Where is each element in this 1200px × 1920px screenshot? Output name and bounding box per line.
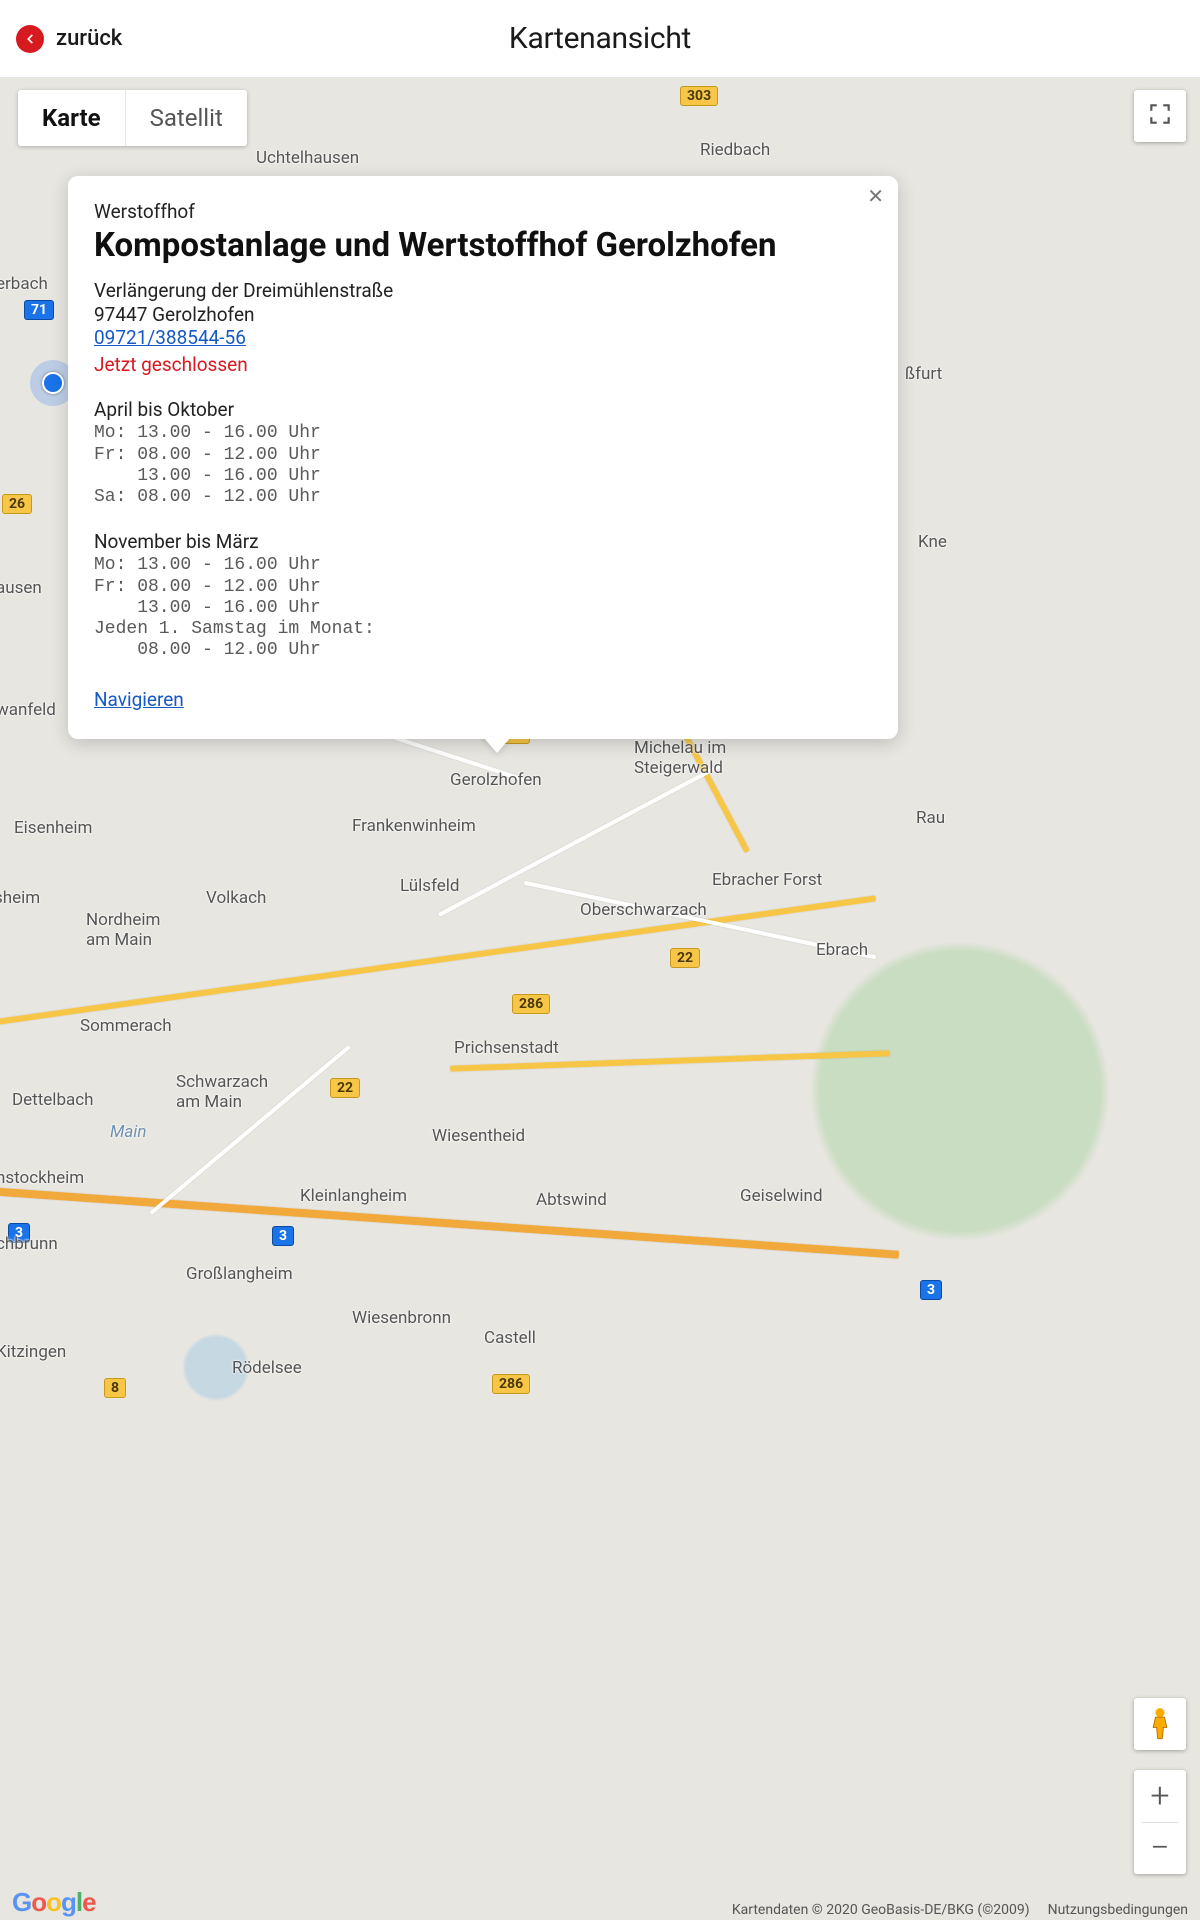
map-type-karte[interactable]: Karte: [18, 90, 125, 146]
info-status: Jetzt geschlossen: [94, 353, 872, 376]
page-title: Kartenansicht: [509, 21, 691, 56]
road-shield-b22-schwarzach: 22: [330, 1078, 360, 1098]
map-credits: Google Kartendaten © 2020 GeoBasis-DE/BK…: [0, 1887, 1200, 1918]
street-view-button[interactable]: [1134, 1698, 1186, 1750]
season2-title: November bis März: [94, 530, 872, 553]
info-window-tail: [483, 737, 511, 753]
zoom-control: + −: [1134, 1770, 1186, 1874]
pegman-icon: [1145, 1707, 1175, 1741]
info-address-line2: 97447 Gerolzhofen: [94, 303, 872, 327]
season1-title: April bis Oktober: [94, 398, 872, 421]
info-category: Werstoffhof: [94, 200, 872, 223]
highway-shield-a3-west: 3: [8, 1223, 30, 1243]
zoom-out-button[interactable]: −: [1134, 1823, 1186, 1875]
navigate-link[interactable]: Navigieren: [94, 688, 184, 711]
map-terms-link[interactable]: Nutzungsbedingungen: [1048, 1902, 1188, 1918]
highway-shield-a3-east: 3: [920, 1280, 942, 1300]
road-shield-b26: 26: [2, 494, 32, 514]
season2-hours: Mo: 13.00 - 16.00 Uhr Fr: 08.00 - 12.00 …: [94, 555, 872, 661]
info-title: Kompostanlage und Wertstoffhof Gerolzhof…: [94, 227, 872, 265]
highway-shield-a71: 71: [24, 300, 54, 320]
road-shield-b22-ober: 22: [670, 948, 700, 968]
road-shield-b286-mid: 286: [512, 994, 550, 1014]
road-shield-b303: 303: [680, 86, 718, 106]
info-address-line1: Verlängerung der Dreimühlenstraße: [94, 279, 872, 303]
app-header: zurück Kartenansicht: [0, 0, 1200, 78]
road-shield-b8: 8: [104, 1378, 126, 1398]
road-shield-b286-bot: 286: [492, 1374, 530, 1394]
fullscreen-button[interactable]: [1134, 90, 1186, 142]
map-type-toggle: Karte Satellit: [18, 90, 247, 146]
close-icon[interactable]: ✕: [867, 186, 884, 206]
map-canvas[interactable]: 71 3 3 3 303 286 286 286 286 26 22 22 8 …: [0, 78, 1200, 1920]
google-logo: Google: [12, 1887, 96, 1918]
zoom-in-button[interactable]: +: [1134, 1770, 1186, 1822]
map-data-credit: Kartendaten © 2020 GeoBasis-DE/BKG (©200…: [732, 1902, 1030, 1918]
info-phone-link[interactable]: 09721/388544-56: [94, 326, 246, 349]
info-window: ✕ Werstoffhof Kompostanlage und Wertstof…: [68, 176, 898, 739]
fullscreen-icon: [1147, 101, 1173, 131]
highway-shield-a3-mid: 3: [272, 1226, 294, 1246]
back-chevron-icon: [16, 25, 44, 53]
map-type-satellit[interactable]: Satellit: [126, 90, 247, 146]
back-label: zurück: [56, 26, 122, 51]
season1-hours: Mo: 13.00 - 16.00 Uhr Fr: 08.00 - 12.00 …: [94, 423, 872, 508]
back-button[interactable]: zurück: [16, 0, 122, 77]
